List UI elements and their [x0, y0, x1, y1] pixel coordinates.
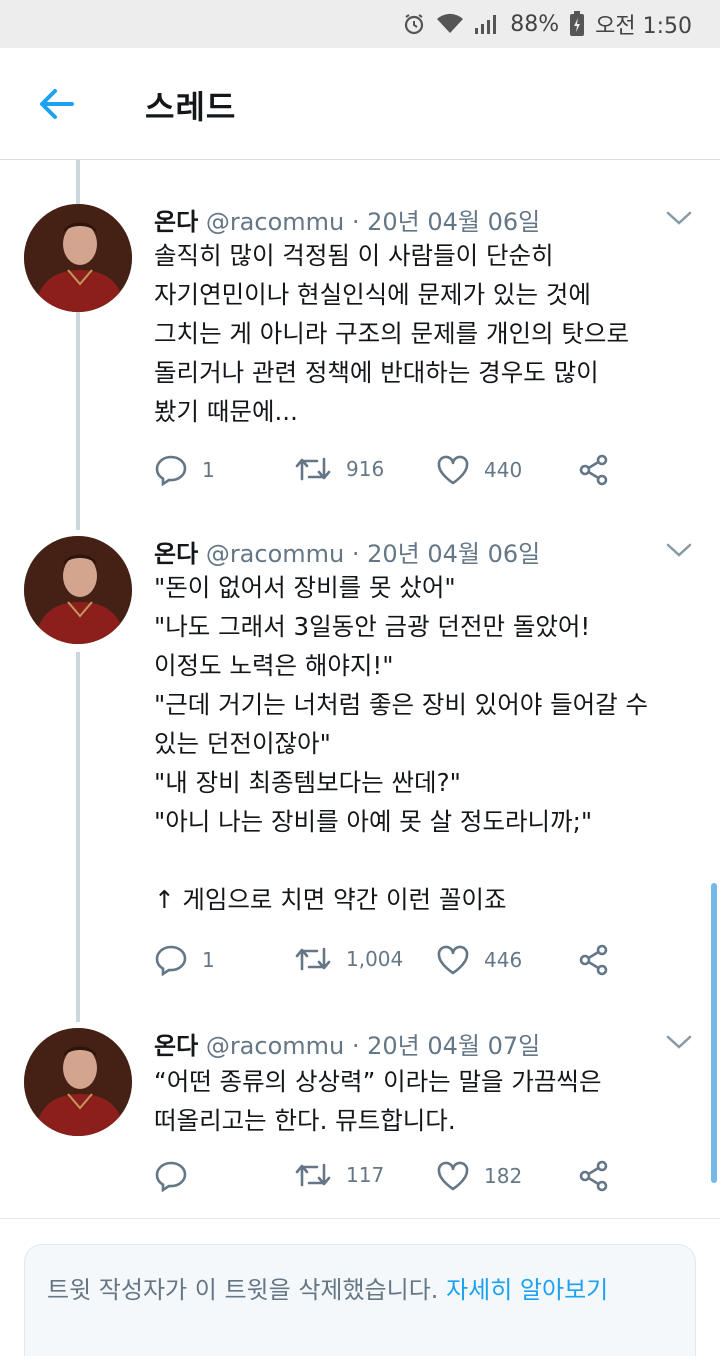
- retweet-icon: [295, 457, 331, 481]
- tweet-actions: 1 916 440: [154, 454, 654, 494]
- app-header: 스레드: [0, 48, 720, 160]
- reply-button[interactable]: 1: [154, 944, 215, 976]
- like-count: 440: [484, 458, 523, 482]
- retweet-button[interactable]: 916: [294, 454, 384, 484]
- tweet-text: “어떤 종류의 상상력” 이라는 말을 가끔씩은 떠올리고는 한다. 뮤트합니다…: [154, 1062, 702, 1140]
- tweet-line: "아니 나는 장비를 아예 못 살 정도라니까;": [154, 807, 593, 836]
- like-icon: [437, 1161, 469, 1191]
- retweet-icon: [295, 1163, 331, 1187]
- retweet-icon: [295, 947, 331, 971]
- like-icon: [437, 945, 469, 975]
- tweet[interactable]: 온다 @racommu · 20년 04월 06일 "돈이 없어서 장비를 못 …: [0, 530, 720, 1020]
- author-name[interactable]: 온다: [154, 540, 198, 568]
- tweet-line: 이정도 노력은 해야지!": [154, 651, 394, 680]
- author-handle[interactable]: @racommu: [206, 540, 344, 568]
- tweet-header: 온다 @racommu · 20년 04월 06일: [154, 534, 540, 569]
- share-icon: [579, 454, 608, 486]
- tweet-line: 솔직히 많이 걱정됨 이 사람들이 단순히: [154, 241, 554, 270]
- avatar[interactable]: [24, 1028, 132, 1136]
- author-name[interactable]: 온다: [154, 1032, 198, 1060]
- tweet-line: "돈이 없어서 장비를 못 샀어": [154, 573, 456, 602]
- share-button[interactable]: [578, 944, 610, 976]
- alarm-icon: [402, 12, 426, 36]
- scrollbar[interactable]: [711, 883, 717, 1183]
- share-icon: [579, 1160, 608, 1192]
- divider: [0, 1218, 720, 1219]
- tweet-line: [154, 841, 702, 880]
- tweet-actions: 117 182: [154, 1160, 654, 1200]
- tweet-line: 봤기 때문에...: [154, 397, 298, 426]
- notice-text: 트윗 작성자가 이 트윗을 삭제했습니다.: [47, 1276, 447, 1304]
- retweet-count: 1,004: [346, 947, 404, 971]
- tweet-line: "근데 거기는 너처럼 좋은 장비 있어야 들어갈 수: [154, 690, 649, 719]
- chevron-down-icon[interactable]: [664, 1032, 694, 1052]
- retweet-button[interactable]: 117: [294, 1160, 384, 1190]
- reply-icon: [155, 945, 187, 976]
- avatar[interactable]: [24, 204, 132, 312]
- tweet-line: "내 장비 최종템보다는 싼데?": [154, 768, 461, 797]
- avatar[interactable]: [24, 536, 132, 644]
- tweet-line: ↑ 게임으로 치면 약간 이런 꼴이죠: [154, 885, 507, 914]
- reply-button[interactable]: [154, 1160, 202, 1192]
- author-name[interactable]: 온다: [154, 208, 198, 236]
- tweet-text: "돈이 없어서 장비를 못 샀어" "나도 그래서 3일동안 금광 던전만 돌았…: [154, 568, 702, 919]
- reply-button[interactable]: 1: [154, 454, 215, 486]
- retweet-count: 916: [346, 457, 385, 481]
- tweet-line: 돌리거나 관련 정책에 반대하는 경우도 많이: [154, 358, 599, 387]
- like-button[interactable]: 446: [436, 944, 522, 976]
- back-arrow-icon: [40, 89, 74, 119]
- share-button[interactable]: [578, 454, 610, 486]
- tweet-line: 그치는 게 아니라 구조의 문제를 개인의 탓으로: [154, 319, 629, 348]
- like-icon: [437, 455, 469, 485]
- status-bar: 88% 오전 1:50: [0, 0, 720, 48]
- battery-icon: [569, 11, 585, 37]
- like-count: 182: [484, 1164, 523, 1188]
- tweet[interactable]: 온다 @racommu · 20년 04월 07일 “어떤 종류의 상상력” 이…: [0, 1020, 720, 1218]
- back-button[interactable]: [34, 84, 78, 124]
- like-button[interactable]: 182: [436, 1160, 522, 1192]
- reply-count: 1: [202, 948, 215, 972]
- retweet-button[interactable]: 1,004: [294, 944, 403, 974]
- tweet-line: 있는 던전이잖아": [154, 729, 331, 758]
- reply-count: 1: [202, 458, 215, 482]
- tweet-date: · 20년 04월 06일: [351, 208, 541, 236]
- tweet-text: 솔직히 많이 걱정됨 이 사람들이 단순히 자기연민이나 현실인식에 문제가 있…: [154, 236, 702, 431]
- share-button[interactable]: [578, 1160, 610, 1192]
- share-icon: [579, 944, 608, 976]
- reply-icon: [155, 455, 187, 486]
- battery-percent: 88%: [510, 11, 560, 37]
- tweet-date: · 20년 04월 07일: [351, 1032, 541, 1060]
- chevron-down-icon[interactable]: [664, 208, 694, 228]
- reply-icon: [155, 1161, 187, 1192]
- tweet-date: · 20년 04월 06일: [351, 540, 541, 568]
- retweet-count: 117: [346, 1163, 385, 1187]
- author-handle[interactable]: @racommu: [206, 208, 344, 236]
- tweet[interactable]: 온다 @racommu · 20년 04월 06일 솔직히 많이 걱정됨 이 사…: [0, 160, 720, 530]
- like-button[interactable]: 440: [436, 454, 522, 486]
- signal-icon: [474, 13, 500, 35]
- tweet-line: 떠올리고는 한다. 뮤트합니다.: [154, 1106, 456, 1135]
- clock: 오전 1:50: [595, 14, 692, 39]
- page-title: 스레드: [145, 88, 237, 126]
- tweet-line: "나도 그래서 3일동안 금광 던전만 돌았어!: [154, 612, 591, 641]
- wifi-icon: [436, 13, 464, 35]
- learn-more-link[interactable]: 자세히 알아보기: [446, 1276, 608, 1304]
- like-count: 446: [484, 948, 523, 972]
- author-handle[interactable]: @racommu: [206, 1032, 344, 1060]
- deleted-tweet-notice: 트윗 작성자가 이 트윗을 삭제했습니다. 자세히 알아보기: [24, 1244, 696, 1356]
- tweet-line: “어떤 종류의 상상력” 이라는 말을 가끔씩은: [154, 1067, 602, 1096]
- chevron-down-icon[interactable]: [664, 540, 694, 560]
- tweet-actions: 1 1,004 446: [154, 944, 654, 984]
- tweet-header: 온다 @racommu · 20년 04월 07일: [154, 1026, 540, 1061]
- tweet-header: 온다 @racommu · 20년 04월 06일: [154, 202, 540, 237]
- tweet-line: 자기연민이나 현실인식에 문제가 있는 것에: [154, 280, 591, 309]
